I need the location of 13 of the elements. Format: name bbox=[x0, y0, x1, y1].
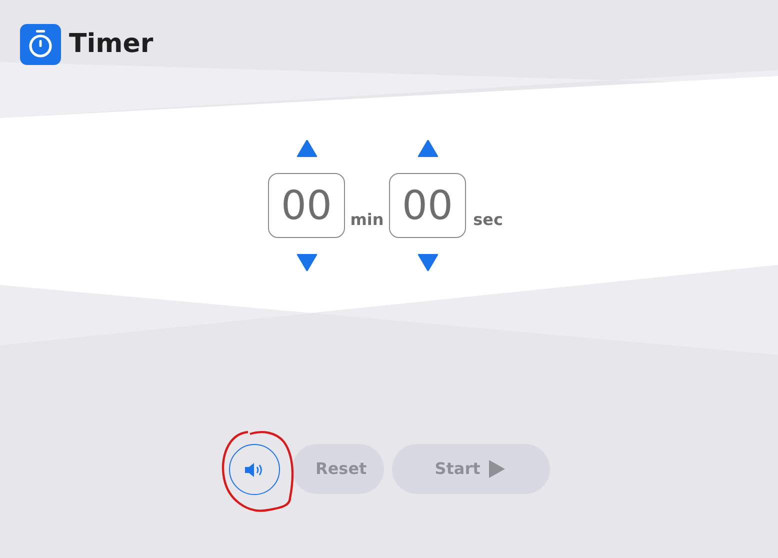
sound-button[interactable] bbox=[228, 444, 280, 495]
speaker-icon bbox=[244, 460, 264, 478]
decrement-arrow-icon[interactable] bbox=[296, 254, 316, 271]
unit-label: min bbox=[350, 209, 384, 231]
decrement-arrow-icon[interactable] bbox=[418, 254, 438, 271]
play-icon bbox=[488, 459, 506, 479]
increment-arrow-icon[interactable] bbox=[296, 140, 316, 157]
stopwatch-icon bbox=[20, 24, 61, 64]
time-field[interactable]: 00 bbox=[389, 173, 466, 238]
unit-label: sec bbox=[473, 209, 503, 231]
time-field[interactable]: 00 bbox=[268, 173, 345, 238]
app-title: Timer bbox=[69, 28, 154, 60]
increment-arrow-icon[interactable] bbox=[418, 140, 438, 157]
